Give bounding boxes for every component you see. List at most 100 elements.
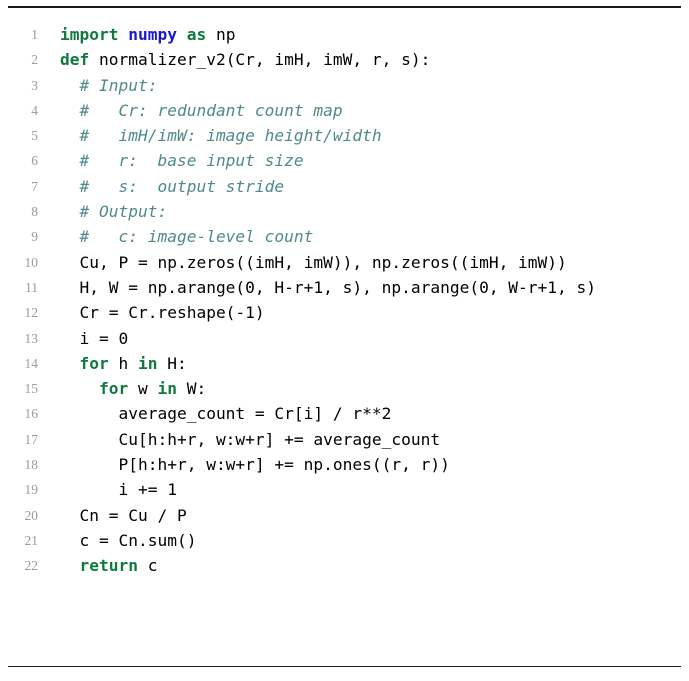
token-kw: in: [157, 379, 177, 399]
token-pl: Cu[h:h+r, w:w+r] += average_count: [60, 429, 441, 449]
code-listing: 1 import numpy as np 2 def normalizer_v2(Cr…: [0, 0, 689, 681]
token-pl: H:: [157, 353, 187, 373]
code-text: return c: [78, 553, 689, 578]
token-cm: # c: image-level count: [60, 227, 314, 247]
code-text: # Input:: [78, 73, 689, 98]
token-pl: np: [206, 25, 236, 44]
token-pl: P[h:h+r, w:w+r] += np.ones((r, r)): [60, 455, 450, 475]
code-line: 20 Cn = Cu / P: [0, 503, 689, 528]
code-line: 8 # Output:: [0, 199, 689, 224]
token-pl: Cu, P = np.zeros((imH, imW)), np.zeros((…: [60, 252, 567, 272]
code-text: # imH/imW: image height/width: [78, 123, 689, 148]
line-number: 1: [31, 27, 38, 42]
token-mod: numpy: [128, 25, 177, 44]
token-pl: c: [137, 556, 158, 576]
code-text: import numpy as np: [60, 22, 689, 47]
code-line: 14 for h in H:: [0, 351, 689, 376]
code-text: Cu, P = np.zeros((imH, imW)), np.zeros((…: [78, 250, 689, 275]
code-text: # c: image-level count: [78, 224, 689, 249]
code-line: 11 H, W = np.arange(0, H-r+1, s), np.ara…: [0, 275, 689, 300]
code-line: 3 # Input:: [0, 73, 689, 98]
token-pl: normalizer_v2(Cr, imH, imW, r, s):: [89, 50, 431, 70]
code-text: # s: output stride: [78, 174, 689, 199]
token-kw: return: [79, 556, 138, 576]
code-text: Cn = Cu / P: [78, 503, 689, 528]
listing-bottom-rule: [8, 666, 681, 667]
code-line: 2 def normalizer_v2(Cr, imH, imW, r, s):: [0, 47, 689, 72]
code-text: # Cr: redundant count map: [78, 98, 689, 123]
code-line: 18 P[h:h+r, w:w+r] += np.ones((r, r)): [0, 452, 689, 477]
line-number: 16: [24, 406, 39, 422]
line-number: 12: [24, 305, 39, 321]
code-line: 22 return c: [0, 553, 689, 578]
listing-top-rule: [8, 6, 681, 8]
token-kw: for: [79, 353, 109, 373]
code-line: 6 # r: base input size: [0, 148, 689, 173]
code-text: i = 0: [78, 326, 689, 351]
token-pl: H, W = np.arange(0, H-r+1, s), np.arange…: [60, 277, 597, 297]
code-line: 7 # s: output stride: [0, 174, 689, 199]
token-kw: in: [138, 353, 158, 373]
token-cm: # s: output stride: [60, 176, 285, 196]
code-line: 21 c = Cn.sum(): [0, 528, 689, 553]
code-line: 9 # c: image-level count: [0, 224, 689, 249]
line-number: 4: [31, 102, 38, 118]
token-cm: # imH/imW: image height/width: [60, 126, 382, 146]
code-text: i += 1: [78, 477, 689, 502]
token-cm: # Input:: [60, 75, 158, 95]
line-number: 20: [24, 507, 39, 523]
token-cm: # r: base input size: [60, 151, 304, 171]
line-number: 14: [24, 355, 39, 371]
code-line: 16 average_count = Cr[i] / r**2: [0, 401, 689, 426]
line-number: 11: [25, 279, 38, 295]
token-pl: c = Cn.sum(): [60, 530, 197, 550]
code-text: P[h:h+r, w:w+r] += np.ones((r, r)): [78, 452, 689, 477]
token-pl: w: [128, 379, 158, 399]
line-number: 17: [24, 431, 39, 447]
line-number: 10: [24, 254, 39, 270]
code-line: 4 # Cr: redundant count map: [0, 98, 689, 123]
code-lines-container: 1 import numpy as np 2 def normalizer_v2(Cr…: [0, 22, 689, 579]
code-text: def normalizer_v2(Cr, imH, imW, r, s):: [60, 47, 689, 72]
code-line: 5 # imH/imW: image height/width: [0, 123, 689, 148]
line-number: 13: [24, 330, 39, 346]
token-kw: as: [186, 25, 207, 44]
code-line: 12 Cr = Cr.reshape(-1): [0, 300, 689, 325]
code-text: Cu[h:h+r, w:w+r] += average_count: [78, 427, 689, 452]
token-pl: Cn = Cu / P: [60, 505, 187, 525]
line-number: 2: [31, 52, 38, 68]
line-number: 18: [24, 457, 39, 473]
code-text: for h in H:: [78, 351, 689, 376]
line-number: 6: [31, 153, 38, 169]
code-text: Cr = Cr.reshape(-1): [78, 300, 689, 325]
code-text: c = Cn.sum(): [78, 528, 689, 553]
line-number: 7: [31, 178, 38, 194]
code-text: for w in W:: [78, 376, 689, 401]
code-line: 13 i = 0: [0, 326, 689, 351]
line-number: 3: [31, 77, 38, 93]
token-pl: W:: [176, 379, 207, 399]
line-number: 5: [31, 128, 38, 144]
token-cm: # Cr: redundant count map: [60, 100, 343, 120]
token-cm: # Output:: [60, 202, 168, 222]
code-text: average_count = Cr[i] / r**2: [78, 401, 689, 426]
line-number: 8: [31, 204, 38, 220]
line-number: 22: [24, 558, 39, 574]
token-kw: for: [98, 379, 129, 399]
line-number: 21: [24, 532, 39, 548]
token-pl: i = 0: [60, 328, 129, 348]
code-line: 15 for w in W:: [0, 376, 689, 401]
token-kw: def: [60, 50, 90, 70]
token-pl: Cr = Cr.reshape(-1): [60, 303, 265, 323]
code-line: 17 Cu[h:h+r, w:w+r] += average_count: [0, 427, 689, 452]
code-line: 1 import numpy as np: [0, 22, 689, 47]
code-line: 10 Cu, P = np.zeros((imH, imW)), np.zero…: [0, 250, 689, 275]
line-number: 15: [24, 381, 39, 397]
code-text: # Output:: [78, 199, 689, 224]
code-text: # r: base input size: [78, 148, 689, 173]
